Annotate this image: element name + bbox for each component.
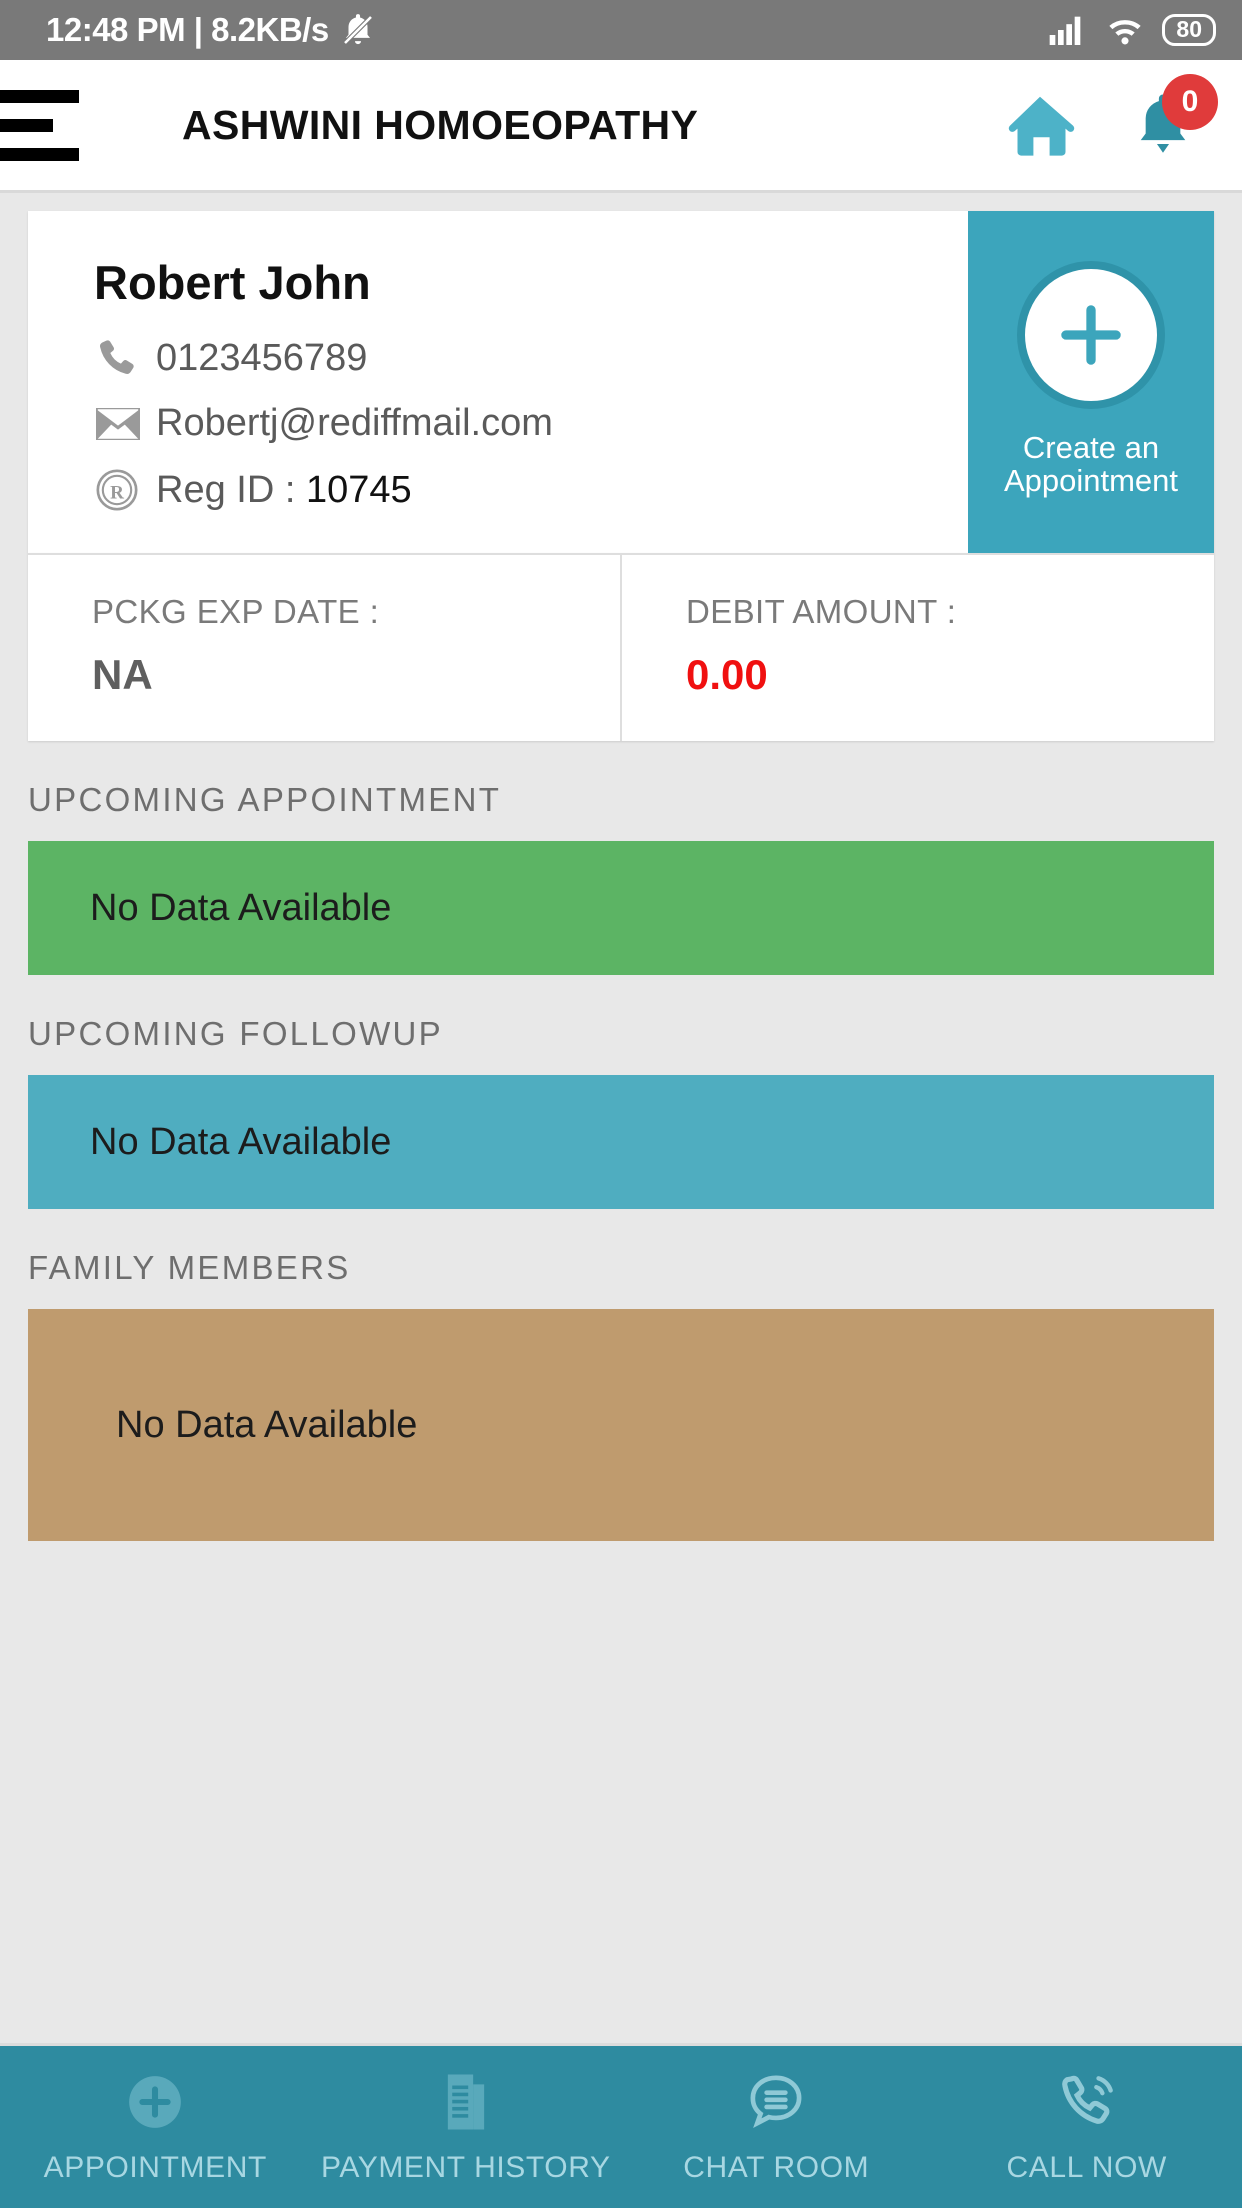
plus-circle-icon <box>129 2076 182 2128</box>
patient-meta-row: PCKG EXP DATE : NA DEBIT AMOUNT : 0.00 <box>28 553 1214 741</box>
patient-email-row[interactable]: Robertj@rediffmail.com <box>94 402 968 445</box>
nav-label-call-now: CALL NOW <box>1006 2151 1167 2184</box>
status-bar: 12:48 PM | 8.2KB/s 80 <box>0 0 1242 60</box>
patient-reg-row: R Reg ID : 10745 <box>94 467 968 513</box>
patient-name: Robert John <box>94 256 371 309</box>
nav-label-chat-room: CHAT ROOM <box>683 2151 870 2184</box>
invoice-icon <box>447 2074 484 2130</box>
registered-mark-icon: R <box>94 467 156 513</box>
nav-label-payment-history: PAYMENT HISTORY <box>320 2151 611 2184</box>
patient-reg-label: Reg ID : <box>156 468 296 511</box>
bottom-navigation-bar: APPOINTMENT PAYMENT HISTORY CHAT ROOM CA… <box>0 2043 1242 2208</box>
plus-icon <box>1017 260 1165 409</box>
notification-badge: 0 <box>1162 74 1218 130</box>
notifications-button[interactable]: 0 <box>1130 74 1218 160</box>
family-members-empty-block[interactable]: No Data Available <box>28 1309 1214 1541</box>
status-time-speed: 12:48 PM | 8.2KB/s <box>46 11 329 48</box>
bell-muted-icon <box>341 14 374 46</box>
phone-call-icon <box>1061 2075 1113 2124</box>
debit-amount-label: DEBIT AMOUNT : <box>686 593 957 630</box>
patient-reg-id: 10745 <box>305 468 412 511</box>
section-title-upcoming-appointment: UPCOMING APPOINTMENT <box>28 781 502 818</box>
hamburger-menu-icon[interactable] <box>0 89 110 161</box>
family-members-empty-text: No Data Available <box>116 1403 418 1446</box>
battery-indicator: 80 <box>1162 14 1216 46</box>
home-button[interactable] <box>1004 92 1076 158</box>
section-title-family-members: FAMILY MEMBERS <box>28 1249 351 1286</box>
upcoming-followup-empty-text: No Data Available <box>90 1120 392 1163</box>
upcoming-appointment-empty-text: No Data Available <box>90 886 392 929</box>
nav-item-appointment[interactable]: APPOINTMENT <box>0 2069 311 2185</box>
patient-info: Robert John 0123456789 Robertj@rediffmai… <box>28 211 968 553</box>
patient-phone: 0123456789 <box>156 336 368 379</box>
pckg-exp-date-label: PCKG EXP DATE : <box>92 593 380 630</box>
signal-bars-icon <box>1050 16 1081 45</box>
svg-text:R: R <box>110 482 124 503</box>
pckg-exp-date-cell: PCKG EXP DATE : NA <box>28 555 620 741</box>
section-title-upcoming-followup: UPCOMING FOLLOWUP <box>28 1015 443 1052</box>
pckg-exp-date-value: NA <box>92 651 153 698</box>
upcoming-appointment-empty-block[interactable]: No Data Available <box>28 841 1214 975</box>
create-appointment-button[interactable]: Create an Appointment <box>968 211 1214 553</box>
home-icon <box>1008 96 1075 156</box>
upcoming-followup-empty-block[interactable]: No Data Available <box>28 1075 1214 1209</box>
patient-card: Robert John 0123456789 Robertj@rediffmai… <box>28 211 1214 553</box>
main-content: Robert John 0123456789 Robertj@rediffmai… <box>0 211 1242 1541</box>
chat-bubble-icon <box>750 2075 802 2129</box>
patient-phone-row[interactable]: 0123456789 <box>94 336 968 380</box>
app-bar-actions: 0 <box>1004 60 1218 190</box>
patient-email: Robertj@rediffmail.com <box>156 402 553 444</box>
nav-label-appointment: APPOINTMENT <box>43 2151 267 2184</box>
create-appointment-line2: Appointment <box>1003 463 1179 498</box>
nav-item-payment-history[interactable]: PAYMENT HISTORY <box>311 2069 622 2185</box>
status-bar-left: 12:48 PM | 8.2KB/s <box>46 11 377 49</box>
phone-icon <box>94 336 156 380</box>
app-bar: ASHWINI HOMOEOPATHY 0 <box>0 60 1242 193</box>
nav-item-chat-room[interactable]: CHAT ROOM <box>621 2069 932 2185</box>
create-appointment-line1: Create an <box>1022 429 1160 465</box>
envelope-icon <box>94 405 156 443</box>
status-bar-right: 80 <box>1048 13 1216 47</box>
debit-amount-value: 0.00 <box>686 651 768 698</box>
page-title: ASHWINI HOMOEOPATHY <box>182 101 699 148</box>
nav-item-call-now[interactable]: CALL NOW <box>932 2069 1242 2185</box>
wifi-icon <box>1109 20 1142 45</box>
debit-amount-cell: DEBIT AMOUNT : 0.00 <box>620 555 1214 741</box>
